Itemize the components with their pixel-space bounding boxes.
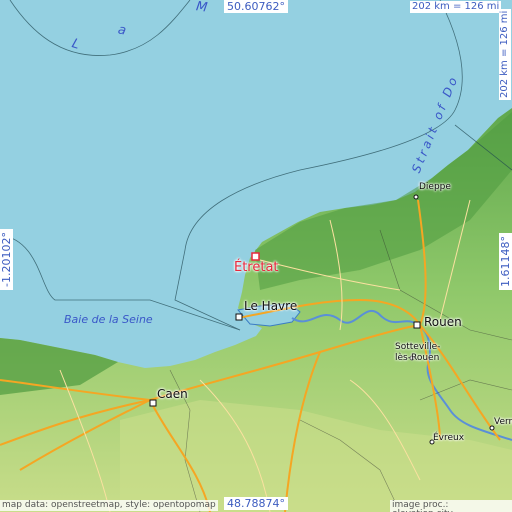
city-le-havre[interactable]: Le Havre [244, 300, 297, 312]
scale-bar-top: 202 km = 126 mi [410, 1, 502, 13]
city-dieppe[interactable]: Dieppe [419, 183, 451, 192]
city-rouen[interactable]: Rouen [424, 316, 462, 328]
etretat-marker [251, 252, 260, 261]
la-manche-char-3: M [195, 0, 209, 16]
highlighted-city-etretat[interactable]: Étretat [234, 261, 279, 274]
le-havre-marker [235, 313, 243, 321]
coordinate-right-longitude: 1.61148° [499, 233, 512, 290]
credit-image-processing: image proc.: elevation.city [390, 500, 512, 512]
scale-bar-right: 202 km = 126 mi [499, 8, 511, 100]
coordinate-top-latitude: 50.60762° [224, 0, 288, 13]
coordinate-bottom-latitude: 48.78874° [224, 497, 288, 510]
coordinate-left-longitude: -1.20102° [0, 229, 13, 290]
baie-de-la-seine-label: Baie de la Seine [64, 313, 153, 326]
rouen-marker [413, 321, 421, 329]
city-verneuil[interactable]: Vern [494, 418, 512, 427]
city-caen[interactable]: Caen [157, 388, 188, 400]
city-sotteville-les-rouen[interactable]: Sotteville-lès-Rouen [395, 342, 445, 364]
credit-map-data: map data: openstreetmap, style: opentopo… [0, 500, 218, 511]
map[interactable]: L a M Baie de la Seine Strait of Do Étre… [0, 0, 512, 512]
dieppe-marker [413, 194, 419, 200]
city-evreux[interactable]: Évreux [433, 434, 464, 443]
caen-marker [149, 399, 157, 407]
